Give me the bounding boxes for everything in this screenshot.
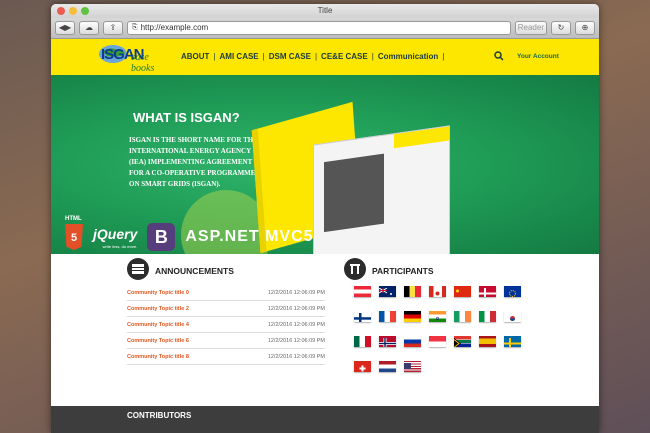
list-item[interactable]: Community Topic title 4 12/2/2016 12:06:…	[127, 317, 325, 333]
menu-about[interactable]: ABOUT	[181, 52, 209, 61]
site-navbar: ISGAN case books ABOUT | AMI CASE | DSM CA…	[51, 39, 599, 75]
html5-label: HTML	[65, 216, 82, 222]
norway-flag-icon[interactable]	[379, 336, 396, 347]
germany-flag-icon[interactable]	[404, 311, 421, 322]
announcements-title: ANNOUNCEMENTS	[155, 266, 234, 276]
ireland-flag-icon[interactable]	[454, 311, 471, 322]
page-header-band	[394, 126, 449, 149]
france-flag-icon[interactable]	[379, 311, 396, 322]
topic-date: 12/2/2016 12:06:09 PM	[267, 321, 325, 328]
share-icon[interactable]: ⇪	[103, 21, 123, 35]
window-controls	[57, 7, 89, 15]
spain-flag-icon[interactable]	[479, 336, 496, 347]
topic-date: 12/2/2016 12:06:09 PM	[267, 353, 325, 360]
korea-flag-icon[interactable]	[504, 311, 521, 322]
address-bar[interactable]: ⎘ http://example.com	[127, 21, 511, 35]
reader-button[interactable]: Reader	[514, 21, 547, 35]
sweden-flag-icon[interactable]	[504, 336, 521, 347]
usa-flag-icon[interactable]	[404, 361, 421, 372]
menu-separator: |	[213, 52, 216, 61]
list-item[interactable]: Community Topic title 8 12/2/2016 12:06:…	[127, 349, 325, 365]
url-text: http://example.com	[140, 23, 209, 32]
hero-description: ISGAN IS THE SHORT NAME FOR THE INTERNAT…	[129, 136, 258, 188]
jquery-logo: jQuery write less, do more.	[93, 226, 137, 249]
jquery-text: jQuery	[93, 225, 138, 242]
contributors-title: CONTRIBUTORS	[127, 411, 192, 420]
main-menu: ABOUT | AMI CASE | DSM CASE | CE&E CASE | Co…	[181, 52, 444, 61]
india-flag-icon[interactable]	[429, 311, 446, 322]
content-area: ANNOUNCEMENTS Community Topic title 0 12…	[51, 254, 599, 414]
menu-communication[interactable]: Communication	[378, 52, 438, 61]
menu-separator: |	[262, 52, 265, 61]
topic-title[interactable]: Community Topic title 0	[127, 290, 189, 296]
html5-shield-icon: 5	[65, 224, 83, 250]
title-bar: Title	[51, 4, 599, 18]
menu-cee-case[interactable]: CE&E CASE	[321, 52, 368, 61]
menu-separator: |	[314, 52, 318, 61]
topic-title[interactable]: Community Topic title 4	[127, 322, 189, 328]
topic-title[interactable]: Community Topic title 8	[127, 354, 189, 360]
lock-icon: ⎘	[132, 24, 138, 31]
russia-flag-icon[interactable]	[404, 336, 421, 347]
hero-banner: WHAT IS ISGAN? ISGAN IS THE SHORT NAME F…	[51, 75, 599, 254]
back-button[interactable]: ◀▶	[55, 21, 75, 35]
denmark-flag-icon[interactable]	[479, 286, 496, 297]
participants-icon	[344, 258, 366, 280]
menu-dsm-case[interactable]: DSM CASE	[269, 52, 311, 61]
topic-date: 12/2/2016 12:06:09 PM	[267, 289, 325, 296]
casebook-open-image	[313, 125, 450, 254]
minimize-button[interactable]	[69, 7, 77, 15]
netherlands-flag-icon[interactable]	[379, 361, 396, 372]
reload-icon[interactable]: ↻	[551, 21, 571, 35]
topic-date: 12/2/2016 12:06:09 PM	[267, 337, 325, 344]
finland-flag-icon[interactable]	[354, 311, 371, 322]
announcements-list: Community Topic title 0 12/2/2016 12:06:…	[127, 285, 325, 365]
topic-date: 12/2/2016 12:06:09 PM	[267, 305, 325, 312]
logo-subtitle: case books	[131, 52, 155, 74]
menu-separator: |	[371, 52, 374, 61]
mexico-flag-icon[interactable]	[354, 336, 371, 347]
europe-flag-icon[interactable]	[504, 286, 521, 297]
html5-logo: HTML 5	[65, 216, 83, 250]
south-africa-flag-icon[interactable]	[454, 336, 471, 347]
close-button[interactable]	[57, 7, 65, 15]
menu-ami-case[interactable]: AMI CASE	[220, 52, 259, 61]
asp-net-logo: ASP.NET MVC5	[185, 228, 314, 245]
list-item[interactable]: Community Topic title 6 12/2/2016 12:06:…	[127, 333, 325, 349]
hero-title: WHAT IS ISGAN?	[133, 110, 240, 125]
australia-flag-icon[interactable]	[379, 286, 396, 297]
contributors-footer: CONTRIBUTORS	[51, 406, 599, 433]
italy-flag-icon[interactable]	[479, 311, 496, 322]
bootstrap-logo: B	[147, 223, 176, 251]
cloud-icon[interactable]: ☁	[79, 21, 99, 35]
announcements-icon	[127, 258, 149, 280]
participants-title: PARTICIPANTS	[372, 266, 434, 276]
tech-logos: HTML 5 jQuery write less, do more. B ASP…	[65, 216, 314, 251]
canada-flag-icon[interactable]	[429, 286, 446, 297]
isgan-logo[interactable]: ISGAN case books	[95, 42, 173, 74]
jquery-tagline: write less, do more.	[102, 243, 138, 249]
participant-flags	[354, 286, 521, 372]
your-account-link[interactable]: Your Account	[517, 53, 559, 60]
menu-separator: |	[442, 52, 445, 61]
window-title: Title	[317, 6, 333, 15]
topic-title[interactable]: Community Topic title 6	[127, 338, 189, 344]
list-item[interactable]: Community Topic title 0 12/2/2016 12:06:…	[127, 285, 325, 301]
browser-toolbar: ◀▶ ☁ ⇪ ⎘ http://example.com Reader ↻ ⊕	[51, 18, 599, 39]
austria-flag-icon[interactable]	[354, 286, 371, 297]
topic-title[interactable]: Community Topic title 2	[127, 306, 189, 312]
downloads-icon[interactable]: ⊕	[575, 21, 595, 35]
browser-window: Title ◀▶ ☁ ⇪ ⎘ http://example.com Reader…	[51, 4, 599, 433]
singapore-flag-icon[interactable]	[429, 336, 446, 347]
china-flag-icon[interactable]	[454, 286, 471, 297]
switzerland-flag-icon[interactable]	[354, 361, 371, 372]
socket-photo	[324, 153, 384, 233]
search-icon[interactable]	[494, 51, 504, 61]
zoom-button[interactable]	[81, 7, 89, 15]
belgium-flag-icon[interactable]	[404, 286, 421, 297]
list-item[interactable]: Community Topic title 2 12/2/2016 12:06:…	[127, 301, 325, 317]
